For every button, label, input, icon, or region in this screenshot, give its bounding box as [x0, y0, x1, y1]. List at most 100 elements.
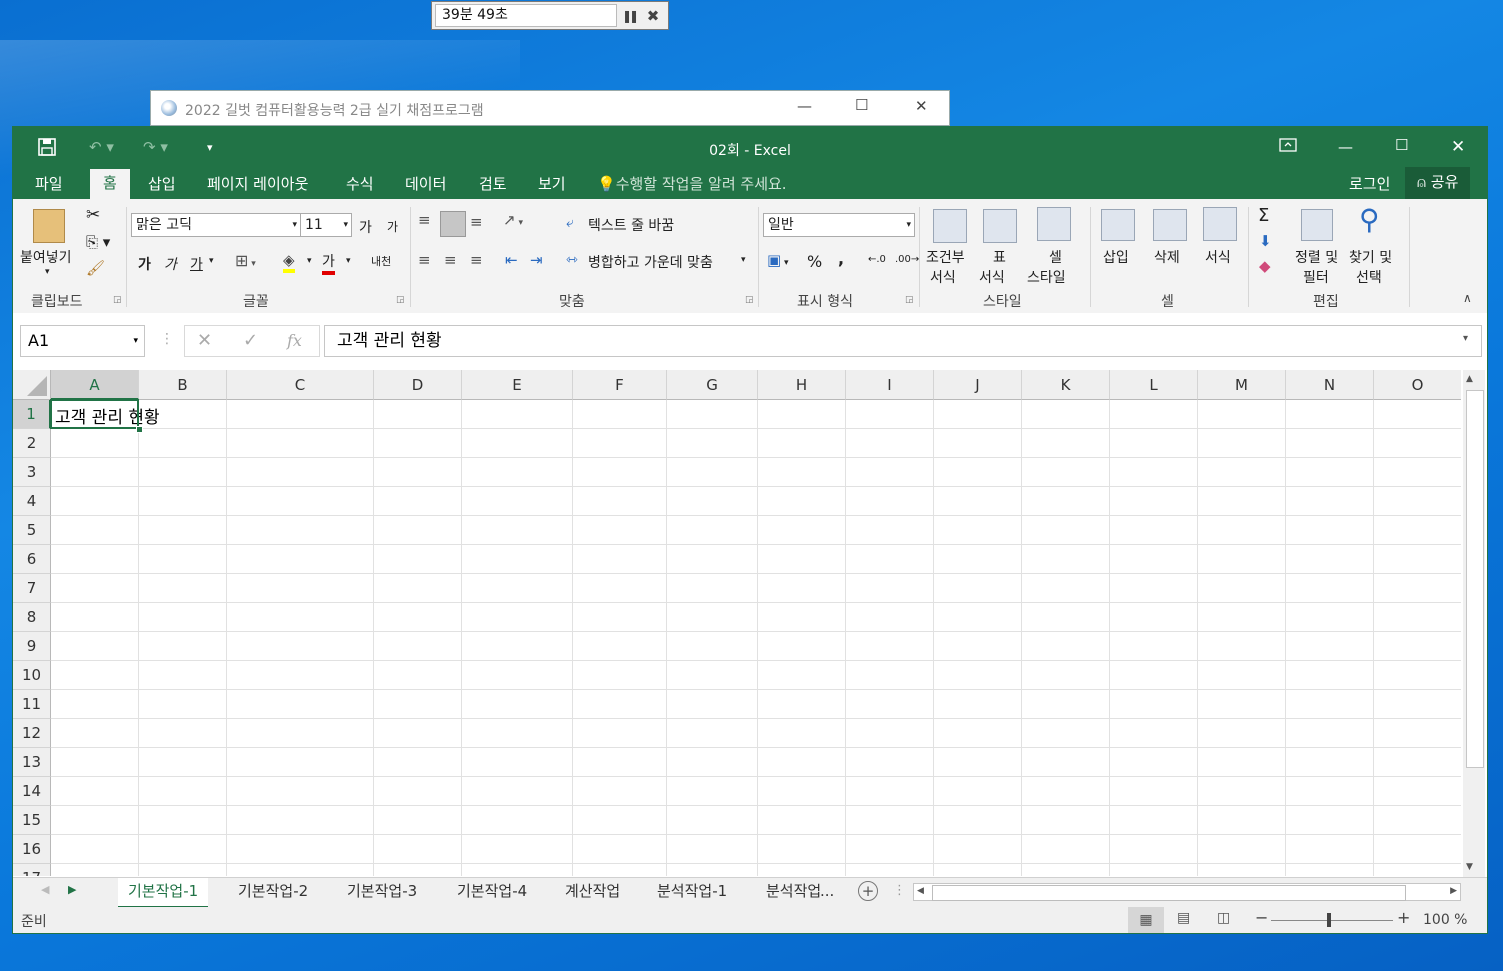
cell-e14[interactable]	[462, 777, 573, 806]
row-header-3[interactable]: 3	[13, 458, 51, 487]
cell-f7[interactable]	[573, 574, 667, 603]
cell-e3[interactable]	[462, 458, 573, 487]
accounting-format-icon[interactable]: ▣ ▾	[767, 251, 789, 269]
increase-decimal-icon[interactable]: ←.0	[868, 254, 886, 265]
comma-style-button[interactable]: ,	[838, 249, 844, 268]
horizontal-scrollbar[interactable]: ◀ ▶	[913, 883, 1461, 901]
cell-d13[interactable]	[374, 748, 462, 777]
cell-d15[interactable]	[374, 806, 462, 835]
cell-e11[interactable]	[462, 690, 573, 719]
row-header-10[interactable]: 10	[13, 661, 51, 690]
cell-m10[interactable]	[1198, 661, 1286, 690]
cell-d1[interactable]	[374, 400, 462, 429]
cell-styles-label-2[interactable]: 스타일	[1027, 267, 1066, 287]
insert-function-button[interactable]: fx	[287, 331, 302, 350]
column-header-l[interactable]: L	[1110, 370, 1198, 400]
number-launcher-icon[interactable]: ◲	[905, 295, 914, 305]
cell-j13[interactable]	[934, 748, 1022, 777]
cell-styles-icon[interactable]	[1037, 207, 1071, 241]
cell-j17[interactable]	[934, 864, 1022, 876]
cell-f16[interactable]	[573, 835, 667, 864]
font-color-button[interactable]: 가	[322, 251, 335, 275]
cell-d10[interactable]	[374, 661, 462, 690]
cell-j2[interactable]	[934, 429, 1022, 458]
cell-g1[interactable]	[667, 400, 758, 429]
cell-k13[interactable]	[1022, 748, 1110, 777]
cell-e5[interactable]	[462, 516, 573, 545]
cell-n12[interactable]	[1286, 719, 1374, 748]
cell-l10[interactable]	[1110, 661, 1198, 690]
cell-h9[interactable]	[758, 632, 846, 661]
column-header-d[interactable]: D	[374, 370, 462, 400]
cell-i11[interactable]	[846, 690, 934, 719]
cell-l17[interactable]	[1110, 864, 1198, 876]
conditional-formatting-icon[interactable]	[933, 209, 967, 243]
vertical-scrollbar[interactable]: ▲ ▼	[1463, 370, 1485, 880]
cell-m16[interactable]	[1198, 835, 1286, 864]
cell-g7[interactable]	[667, 574, 758, 603]
scroll-right-icon[interactable]: ▶	[1450, 886, 1457, 896]
cell-l1[interactable]	[1110, 400, 1198, 429]
cell-g4[interactable]	[667, 487, 758, 516]
cell-a5[interactable]	[51, 516, 139, 545]
cell-j14[interactable]	[934, 777, 1022, 806]
cell-a10[interactable]	[51, 661, 139, 690]
zoom-slider-thumb[interactable]	[1327, 913, 1331, 927]
bold-button[interactable]: 가	[138, 254, 151, 274]
sheet-tab-calc[interactable]: 계산작업	[555, 878, 630, 906]
cell-b7[interactable]	[139, 574, 227, 603]
cell-g5[interactable]	[667, 516, 758, 545]
cell-l15[interactable]	[1110, 806, 1198, 835]
cell-d7[interactable]	[374, 574, 462, 603]
cell-k12[interactable]	[1022, 719, 1110, 748]
cell-o5[interactable]	[1374, 516, 1461, 545]
ribbon-display-options-icon[interactable]	[1279, 138, 1297, 156]
cell-a2[interactable]	[51, 429, 139, 458]
minimize-button[interactable]: —	[797, 97, 812, 115]
cell-m6[interactable]	[1198, 545, 1286, 574]
cell-d8[interactable]	[374, 603, 462, 632]
cell-e15[interactable]	[462, 806, 573, 835]
insert-cells-button[interactable]: 삽입	[1103, 247, 1129, 267]
font-launcher-icon[interactable]: ◲	[396, 295, 405, 305]
cell-i6[interactable]	[846, 545, 934, 574]
cell-i2[interactable]	[846, 429, 934, 458]
more-sheets-ellipsis[interactable]: ...	[820, 878, 834, 906]
cell-n11[interactable]	[1286, 690, 1374, 719]
orientation-icon[interactable]: ↗ ▾	[503, 211, 523, 229]
cell-l16[interactable]	[1110, 835, 1198, 864]
cell-i10[interactable]	[846, 661, 934, 690]
find-select-label-1[interactable]: 찾기 및	[1349, 247, 1392, 267]
close-icon[interactable]: ✖	[641, 7, 665, 25]
cell-o2[interactable]	[1374, 429, 1461, 458]
name-box[interactable]: A1 ▾	[20, 325, 145, 357]
share-button[interactable]: ⍝ 공유	[1405, 167, 1471, 199]
sheet-tab-analysis-1[interactable]: 분석작업-1	[647, 878, 737, 906]
cell-o1[interactable]	[1374, 400, 1461, 429]
align-left-icon[interactable]: ≡	[418, 251, 431, 269]
tab-page-layout[interactable]: 페이지 레이아웃	[207, 173, 308, 194]
cell-c2[interactable]	[227, 429, 374, 458]
cell-a16[interactable]	[51, 835, 139, 864]
cell-a3[interactable]	[51, 458, 139, 487]
cell-j5[interactable]	[934, 516, 1022, 545]
column-header-n[interactable]: N	[1286, 370, 1374, 400]
cell-b3[interactable]	[139, 458, 227, 487]
cell-o13[interactable]	[1374, 748, 1461, 777]
cell-b2[interactable]	[139, 429, 227, 458]
cell-k14[interactable]	[1022, 777, 1110, 806]
cell-d16[interactable]	[374, 835, 462, 864]
cell-h8[interactable]	[758, 603, 846, 632]
cell-j9[interactable]	[934, 632, 1022, 661]
cell-h3[interactable]	[758, 458, 846, 487]
cell-a17[interactable]	[51, 864, 139, 876]
cell-h11[interactable]	[758, 690, 846, 719]
cell-k1[interactable]	[1022, 400, 1110, 429]
cell-o8[interactable]	[1374, 603, 1461, 632]
tab-view[interactable]: 보기	[538, 173, 566, 194]
cell-i15[interactable]	[846, 806, 934, 835]
row-header-9[interactable]: 9	[13, 632, 51, 661]
row-header-14[interactable]: 14	[13, 777, 51, 806]
enter-icon[interactable]: ✓	[243, 330, 258, 351]
align-middle-icon[interactable]	[440, 211, 466, 237]
